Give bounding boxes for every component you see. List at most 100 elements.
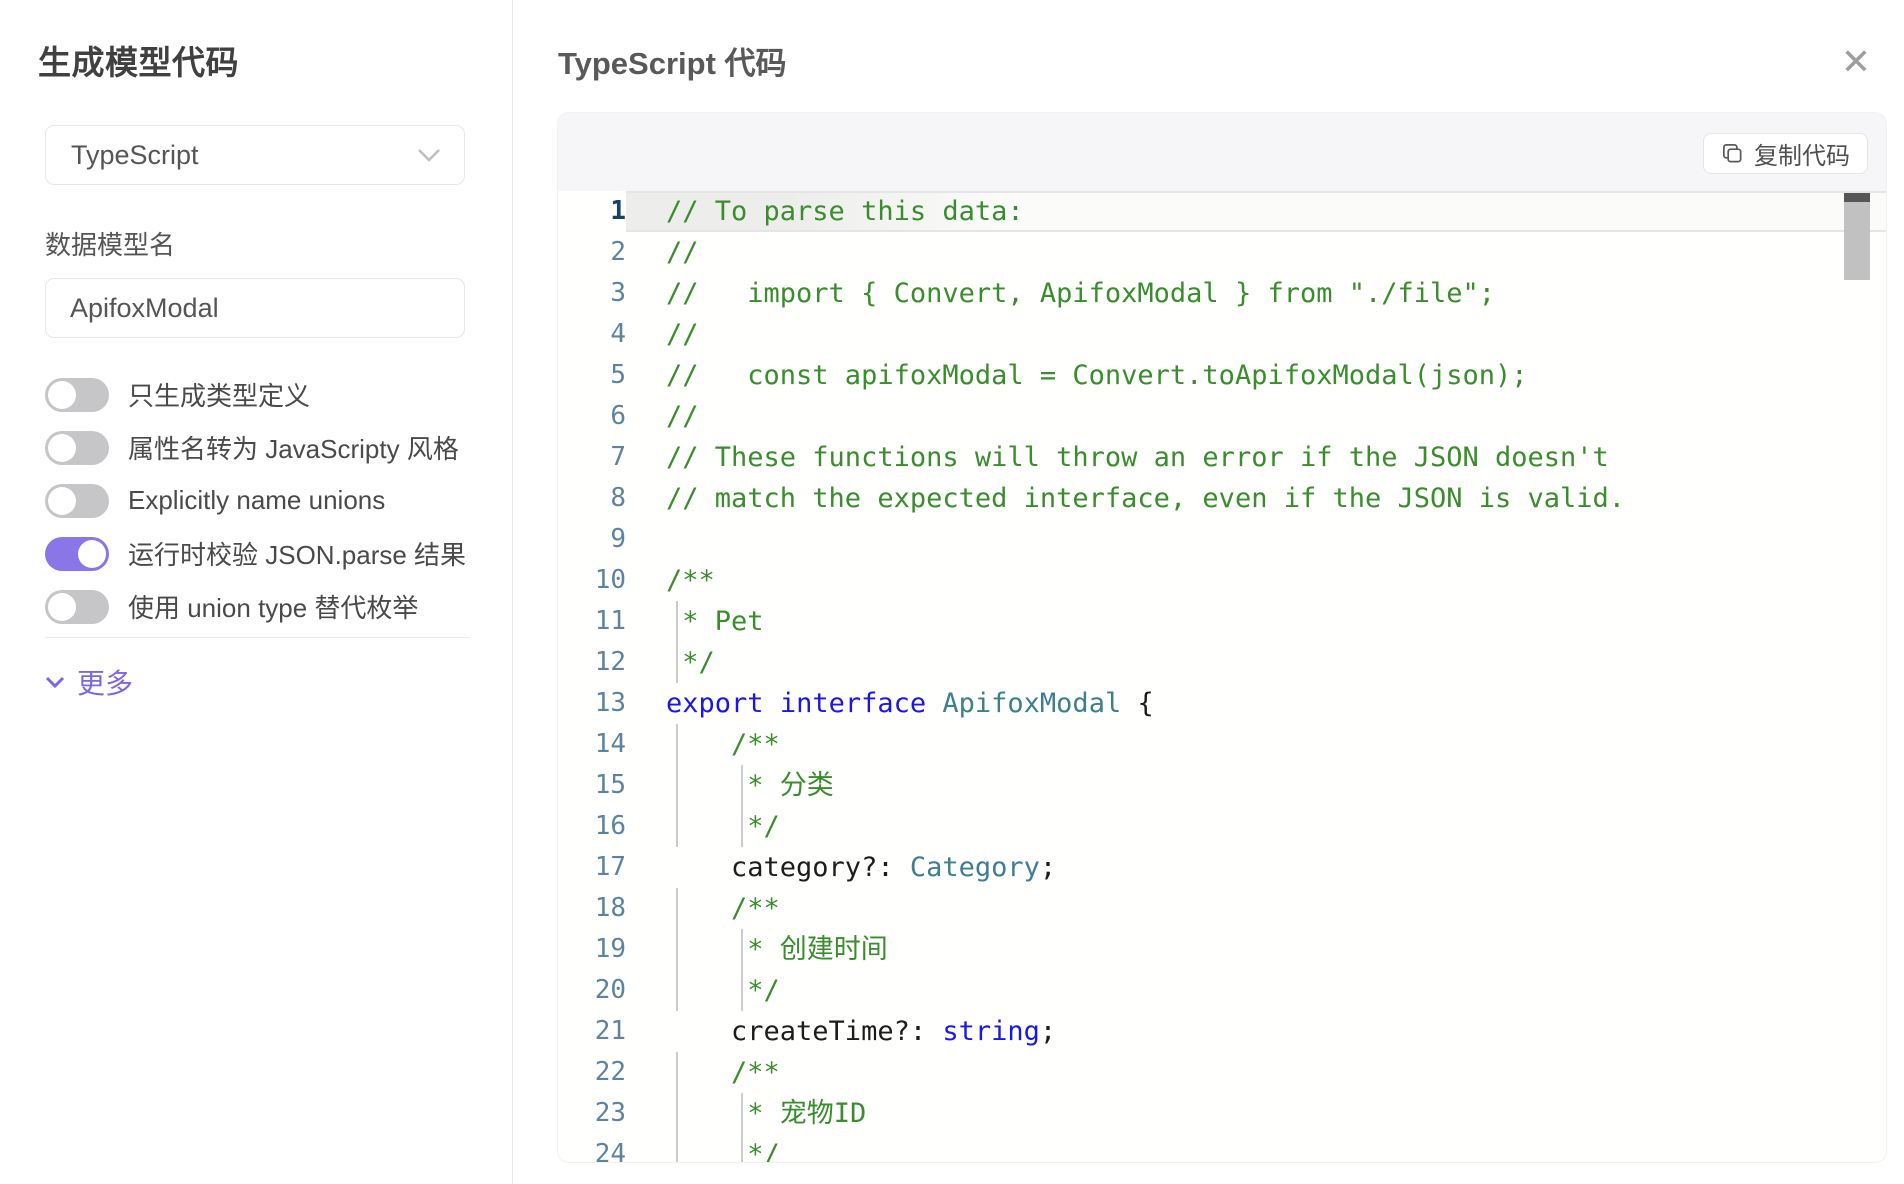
code-token: ; xyxy=(1040,1016,1056,1047)
language-select[interactable]: TypeScript xyxy=(45,125,465,185)
chevron-down-icon xyxy=(45,676,65,689)
indent-guide xyxy=(676,970,678,1011)
model-name-label: 数据模型名 xyxy=(45,225,175,262)
toggle-knob xyxy=(78,540,106,568)
toggle-only-type-defs[interactable] xyxy=(45,378,109,412)
indent-guide xyxy=(676,1134,678,1162)
indent-guide xyxy=(741,1093,743,1134)
line-number: 1 xyxy=(558,191,626,232)
line-number: 17 xyxy=(558,847,626,888)
code-token: // To parse this data: xyxy=(666,196,1024,227)
code-editor[interactable]: 1 // To parse this data: 2 // 3 // import { C… xyxy=(558,191,1886,1162)
code-line: 8// match the expected interface, even i… xyxy=(558,478,1886,519)
code-token: string xyxy=(942,1016,1040,1047)
toggle-javascripty-names[interactable] xyxy=(45,431,109,465)
vertical-scrollbar[interactable] xyxy=(1844,193,1870,1159)
indent-guide xyxy=(676,1052,678,1093)
line-number: 10 xyxy=(558,560,626,601)
code-line-content: // const apifoxModal = Convert.toApifoxM… xyxy=(626,355,1886,396)
line-number: 21 xyxy=(558,1011,626,1052)
line-number: 18 xyxy=(558,888,626,929)
indent-guide xyxy=(741,806,743,847)
code-token: { xyxy=(1121,688,1154,719)
code-line-content: // xyxy=(626,314,1886,355)
scrollbar-thumb[interactable] xyxy=(1844,202,1870,280)
line-number: 2 xyxy=(558,232,626,273)
code-line: 12 */ xyxy=(558,642,1886,683)
code-token: * 分类 xyxy=(666,770,834,801)
code-token: ; xyxy=(1040,852,1056,883)
toggle-explicitly-name-unions[interactable] xyxy=(45,484,109,518)
close-button[interactable]: ✕ xyxy=(1830,36,1882,88)
code-line: 2 // xyxy=(558,232,1886,273)
code-line-content: * 宠物ID xyxy=(626,1093,1886,1134)
line-number: 9 xyxy=(558,519,626,560)
line-number: 4 xyxy=(558,314,626,355)
code-token: // These functions will throw an error i… xyxy=(666,442,1609,473)
code-token: // xyxy=(666,319,699,350)
indent-guide xyxy=(741,765,743,806)
toggle-label: Explicitly name unions xyxy=(128,485,385,516)
model-name-input[interactable] xyxy=(45,278,465,338)
code-line-content: export interface ApifoxModal { xyxy=(626,683,1886,724)
copy-code-button[interactable]: 复制代码 xyxy=(1703,133,1868,174)
line-number: 20 xyxy=(558,970,626,1011)
code-token: interface xyxy=(780,688,926,719)
indent-guide xyxy=(676,642,678,683)
line-number: 3 xyxy=(558,273,626,314)
code-line: 23 * 宠物ID xyxy=(558,1093,1886,1134)
code-token: * Pet xyxy=(666,606,764,637)
indent-guide xyxy=(676,888,678,929)
code-line: 16 */ xyxy=(558,806,1886,847)
toggle-union-type-enums[interactable] xyxy=(45,590,109,624)
code-line-content: */ xyxy=(626,806,1886,847)
indent-guide xyxy=(741,1134,743,1162)
code-lines: 1 // To parse this data: 2 // 3 // import { C… xyxy=(558,191,1886,1162)
code-token: Category xyxy=(910,852,1040,883)
code-token: ApifoxModal xyxy=(942,688,1121,719)
code-line-content: */ xyxy=(626,642,1886,683)
code-line: 9 xyxy=(558,519,1886,560)
code-line-content: category?: Category; xyxy=(626,847,1886,888)
toggle-label: 使用 union type 替代枚举 xyxy=(128,588,418,625)
more-link[interactable]: 更多 xyxy=(45,662,133,702)
code-line: 13export interface ApifoxModal { xyxy=(558,683,1886,724)
toggle-label: 只生成类型定义 xyxy=(128,376,310,413)
code-token: */ xyxy=(666,1139,780,1162)
code-panel: 复制代码 1 // To parse this data: 2 // 3 // impor… xyxy=(557,112,1887,1163)
toggle-knob xyxy=(48,487,76,515)
line-number: 14 xyxy=(558,724,626,765)
toggle-row: 运行时校验 JSON.parse 结果 xyxy=(45,527,485,580)
code-line: 20 */ xyxy=(558,970,1886,1011)
indent-guide xyxy=(676,806,678,847)
code-token: /** xyxy=(666,729,780,760)
toggle-runtime-json-check[interactable] xyxy=(45,537,109,571)
line-number: 24 xyxy=(558,1134,626,1162)
code-token: // import { Convert, ApifoxModal } from … xyxy=(666,278,1495,309)
line-number: 15 xyxy=(558,765,626,806)
line-number: 11 xyxy=(558,601,626,642)
code-line-content: /** xyxy=(626,1052,1886,1093)
code-token xyxy=(926,688,942,719)
code-token: /** xyxy=(666,565,715,596)
code-token: // xyxy=(666,237,699,268)
code-line: 17 category?: Category; xyxy=(558,847,1886,888)
indent-guide xyxy=(676,724,678,765)
code-line-content: // import { Convert, ApifoxModal } from … xyxy=(626,273,1886,314)
toggle-row: 使用 union type 替代枚举 xyxy=(45,580,485,633)
code-token: category?: xyxy=(666,852,910,883)
code-line-content: // These functions will throw an error i… xyxy=(626,437,1886,478)
line-number: 22 xyxy=(558,1052,626,1093)
code-toolbar: 复制代码 xyxy=(558,113,1886,191)
code-token: // const apifoxModal = Convert.toApifoxM… xyxy=(666,360,1528,391)
line-number: 16 xyxy=(558,806,626,847)
copy-icon xyxy=(1721,142,1744,165)
code-line-content xyxy=(626,519,1886,560)
code-line: 1 // To parse this data: xyxy=(558,191,1886,232)
indent-guide xyxy=(676,765,678,806)
line-number: 7 xyxy=(558,437,626,478)
code-token: */ xyxy=(666,811,780,842)
code-token: export xyxy=(666,688,764,719)
code-token: createTime?: xyxy=(666,1016,942,1047)
code-line: 18 /** xyxy=(558,888,1886,929)
